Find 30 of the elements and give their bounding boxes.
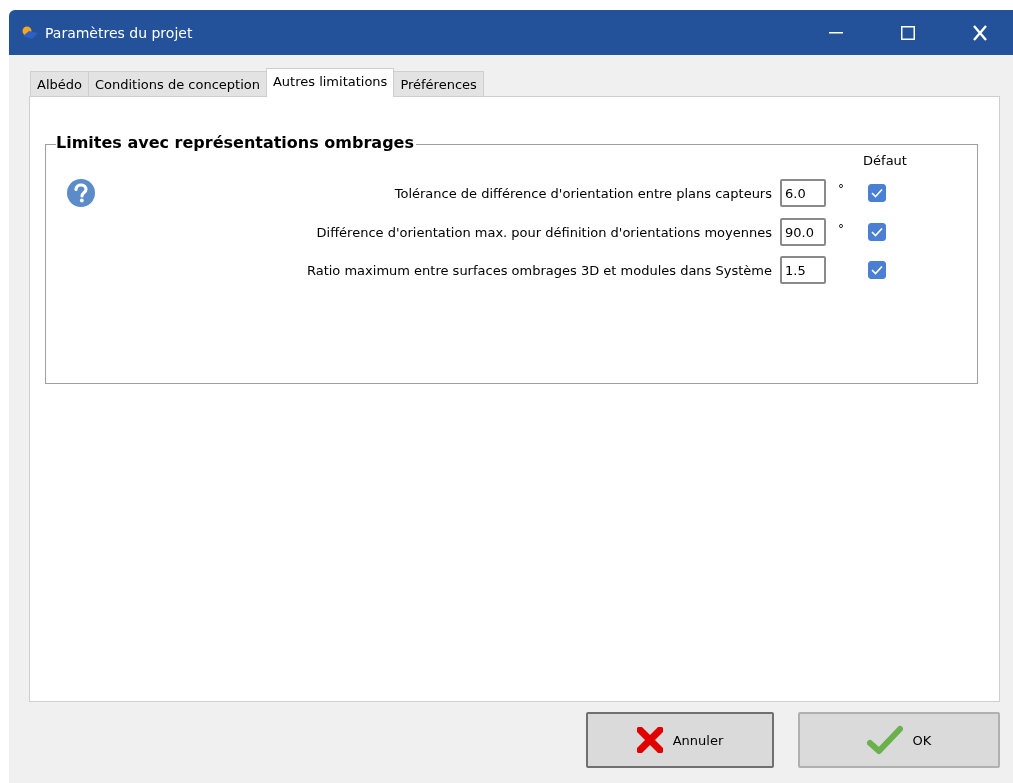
window-title: Paramètres du projet [45,24,194,41]
app-logo-icon [21,25,39,40]
checkbox[interactable] [868,184,886,202]
field-label: Différence d'orientation max. pour définition d'orientations moyennes [315,224,773,240]
tab[interactable]: Préférences [393,71,484,97]
tab[interactable]: Conditions de conception [87,71,267,97]
cancel-button[interactable]: Annuler [586,712,774,768]
checkbox[interactable] [868,223,886,241]
tab[interactable]: Albédo [30,71,89,97]
checkmark-icon [866,725,903,755]
ok-button[interactable]: OK [798,712,1000,768]
cross-icon [636,727,663,753]
input-field[interactable]: 1.5 [780,256,826,284]
input-field[interactable]: 90.0 [780,218,826,246]
unit-label: ° [837,181,845,196]
input-field[interactable]: 6.0 [780,179,826,207]
tab[interactable]: Autres limitations [265,68,395,97]
unit-label: ° [837,221,845,236]
field-label: Tolérance de différence d'orientation entre plans capteurs [393,185,773,201]
minimize-icon [829,31,843,34]
checkmark-icon [871,265,883,275]
field-label: Ratio maximum entre surfaces ombrages 3D et modules dans Système [305,262,773,278]
checkmark-icon [871,227,883,237]
maximize-icon [901,25,915,40]
help-icon[interactable] [66,178,96,208]
close-icon [972,24,988,41]
group-title: Limites avec représentations ombrages [56,133,416,152]
checkbox[interactable] [868,261,886,279]
checkmark-icon [871,188,883,198]
column-header: Défaut [862,153,908,168]
